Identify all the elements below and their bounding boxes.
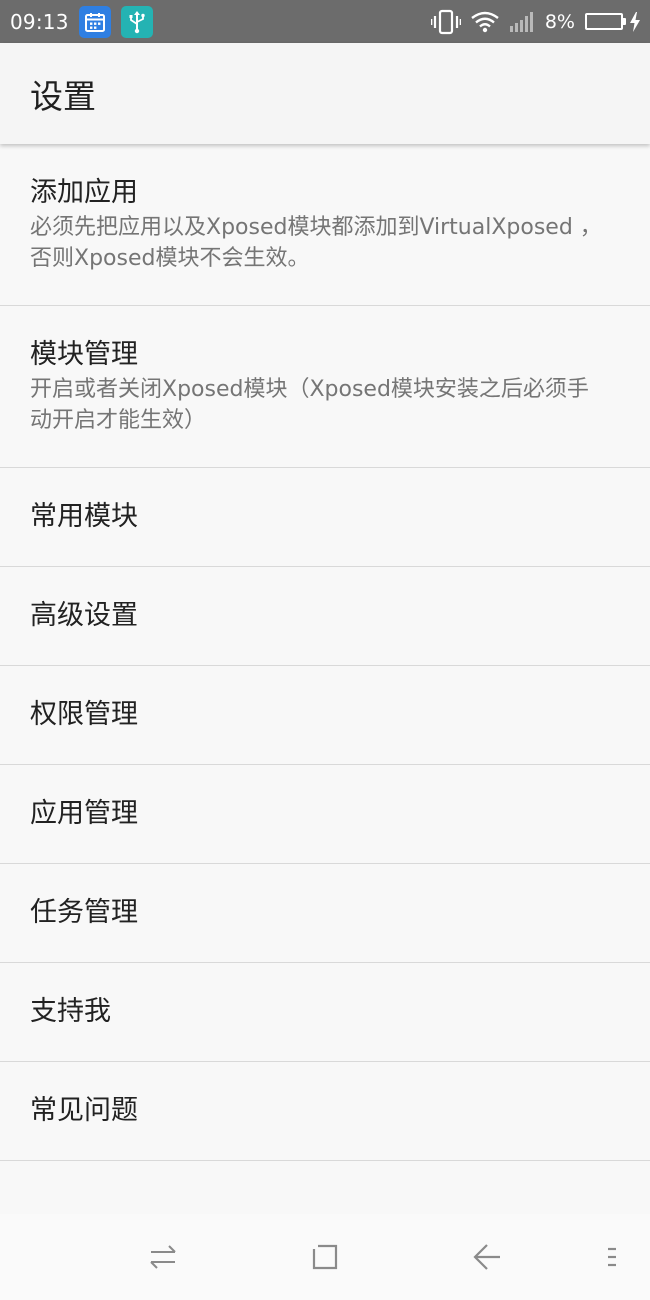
settings-item-faq[interactable]: 常见问题 (0, 1062, 650, 1161)
settings-item-advanced-settings[interactable]: 高级设置 (0, 567, 650, 666)
charging-icon (630, 11, 640, 32)
settings-item-title: 应用管理 (30, 798, 138, 829)
settings-item-task-management[interactable]: 任务管理 (0, 864, 650, 963)
settings-item-title: 权限管理 (30, 699, 138, 730)
settings-item-title: 任务管理 (30, 897, 138, 928)
settings-item-app-management[interactable]: 应用管理 (0, 765, 650, 864)
signal-icon (509, 11, 535, 33)
page-title: 设置 (30, 76, 96, 116)
settings-item-title: 高级设置 (30, 600, 138, 631)
battery-icon (585, 13, 626, 30)
usb-icon (120, 5, 153, 38)
back-icon[interactable] (447, 1214, 527, 1300)
status-bar: 09:13 8% (0, 0, 650, 43)
status-time: 09:13 (10, 9, 69, 34)
settings-item-module-management[interactable]: 模块管理 开启或者关闭Xposed模块（Xposed模块安装之后必须手动开启才能… (0, 306, 650, 468)
calendar-notification-icon (78, 5, 111, 38)
home-icon[interactable] (285, 1214, 365, 1300)
navigation-bar (0, 1214, 650, 1300)
vibrate-icon (430, 9, 461, 35)
settings-item-permission-management[interactable]: 权限管理 (0, 666, 650, 765)
settings-item-title: 模块管理 (30, 339, 138, 370)
settings-item-title: 支持我 (30, 996, 111, 1027)
settings-item-add-app[interactable]: 添加应用 必须先把应用以及Xposed模块都添加到VirtualXposed ，… (0, 144, 650, 306)
settings-item-common-modules[interactable]: 常用模块 (0, 468, 650, 567)
menu-icon[interactable] (572, 1214, 650, 1300)
settings-item-about[interactable]: 关于 (0, 1161, 650, 1214)
settings-item-summary: 开启或者关闭Xposed模块（Xposed模块安装之后必须手动开启才能生效） (30, 377, 589, 433)
settings-item-summary: 必须先把应用以及Xposed模块都添加到VirtualXposed ，否则Xpo… (30, 215, 602, 271)
battery-percent: 8% (544, 10, 575, 33)
settings-item-support-me[interactable]: 支持我 (0, 963, 650, 1062)
settings-item-title: 常见问题 (30, 1095, 138, 1126)
app-bar: 设置 (0, 43, 650, 144)
switch-app-icon[interactable] (123, 1214, 203, 1300)
wifi-icon (471, 11, 499, 33)
settings-item-title: 添加应用 (30, 177, 138, 208)
settings-item-title: 常用模块 (30, 501, 138, 532)
settings-list[interactable]: 添加应用 必须先把应用以及Xposed模块都添加到VirtualXposed ，… (0, 144, 650, 1214)
